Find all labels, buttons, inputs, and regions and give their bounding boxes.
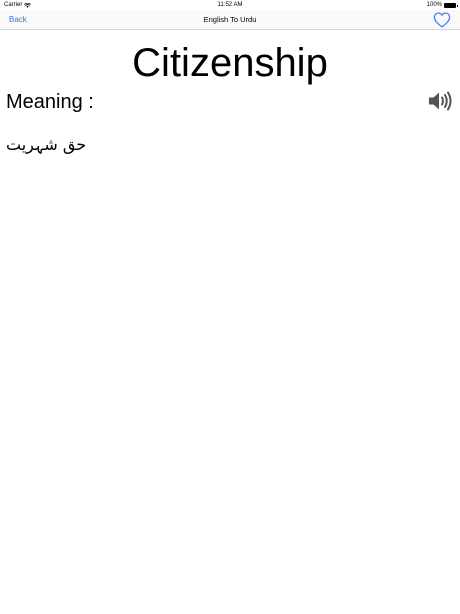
status-bar: Carrier 11:52 AM 100% xyxy=(0,0,460,10)
heart-icon xyxy=(433,12,451,28)
status-right: 100% xyxy=(426,0,458,10)
battery-icon xyxy=(444,2,458,8)
status-time: 11:52 AM xyxy=(217,2,243,8)
nav-title: English To Urdu xyxy=(203,15,257,24)
word-title: Citizenship xyxy=(132,41,328,85)
navigation-bar: Back English To Urdu xyxy=(0,10,460,30)
speaker-icon xyxy=(429,91,452,111)
battery-percent: 100% xyxy=(426,2,442,8)
meaning-text: حق شہریت xyxy=(6,135,87,154)
screen: Carrier 11:52 AM 100% Back English To Ur… xyxy=(0,0,460,614)
meaning-label: Meaning : xyxy=(6,91,94,113)
favorite-button[interactable] xyxy=(433,12,451,28)
speaker-button[interactable] xyxy=(428,90,452,112)
